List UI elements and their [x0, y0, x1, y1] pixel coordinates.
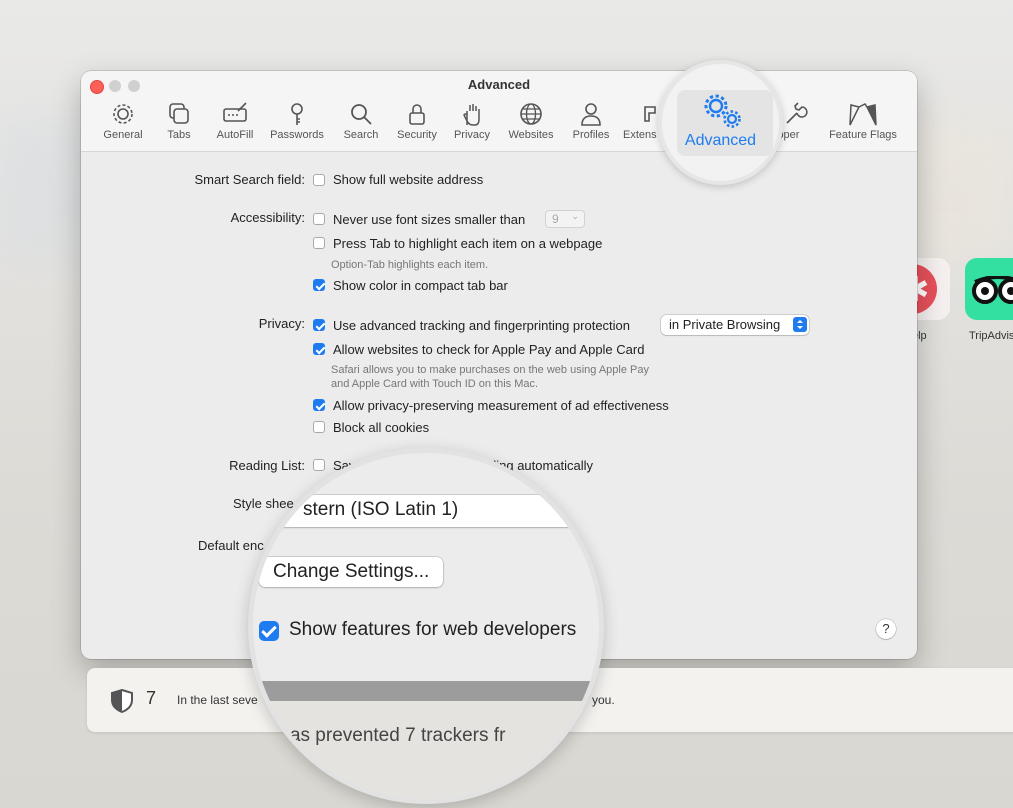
min-font-size-checkbox[interactable]	[313, 213, 325, 225]
tab-general-label: General	[103, 129, 143, 141]
developer-option-magnifier: stern (ISO Latin 1) Change Settings... S…	[248, 448, 604, 804]
default-encoding-value: stern (ISO Latin 1)	[303, 499, 459, 520]
tab-search[interactable]: Search	[337, 101, 385, 141]
tab-general[interactable]: General	[99, 101, 147, 141]
tab-privacy[interactable]: Privacy	[449, 101, 495, 141]
default-encoding-label: Default enc	[198, 538, 264, 553]
block-cookies-label: Block all cookies	[333, 420, 430, 435]
window-title: Advanced	[467, 77, 531, 92]
privacy-label: Privacy:	[258, 316, 305, 331]
tab-extensions[interactable]: Extens	[623, 101, 663, 141]
tripadvisor-tile-label: TripAdvis	[969, 330, 1013, 342]
select-stepper-icon	[793, 317, 807, 332]
globe-icon	[520, 103, 542, 125]
tracking-scope-value: in Private Browsing	[669, 317, 781, 332]
ad-measurement-checkbox[interactable]	[313, 399, 325, 411]
tab-privacy-label: Privacy	[453, 129, 491, 141]
press-tab-checkbox[interactable]	[313, 237, 325, 249]
window-bottom-edge	[253, 681, 599, 701]
compact-tab-color-label: Show color in compact tab bar	[333, 278, 508, 293]
privacy-report-magnified	[253, 701, 599, 799]
accessibility-label: Accessibility:	[230, 210, 305, 225]
title-bar: Advanced General Tabs AutoFill Passwords…	[81, 71, 917, 152]
tracking-scope-select[interactable]: in Private Browsing	[661, 315, 809, 335]
show-full-address-label: Show full website address	[333, 172, 484, 187]
reading-list-checkbox[interactable]	[313, 459, 325, 471]
tab-tabs[interactable]: Tabs	[159, 101, 199, 141]
tab-profiles[interactable]: Profiles	[567, 101, 615, 141]
privacy-report-text-prefix: In the last seve	[177, 693, 258, 707]
tab-websites[interactable]: Websites	[503, 101, 559, 141]
search-icon	[351, 104, 372, 125]
autofill-icon	[223, 102, 247, 122]
tripadvisor-owl-icon	[972, 276, 1013, 304]
tabs-icon	[169, 103, 189, 124]
person-icon	[581, 103, 601, 126]
change-settings-button[interactable]: Change Settings...	[259, 557, 444, 587]
advanced-tab-label: Advanced	[684, 132, 757, 149]
min-font-size-label: Never use font sizes smaller than	[333, 212, 526, 227]
web-developer-features-label: Show features for web developers	[289, 619, 577, 640]
block-cookies-checkbox[interactable]	[313, 421, 325, 433]
smart-search-label: Smart Search field:	[194, 172, 305, 187]
default-encoding-select[interactable]: stern (ISO Latin 1)	[253, 495, 593, 527]
tab-passwords[interactable]: Passwords	[267, 101, 327, 141]
apple-pay-note-line-1: Safari allows you to make purchases on t…	[331, 364, 649, 376]
tab-autofill[interactable]: AutoFill	[211, 101, 259, 141]
min-font-size-select[interactable]: 9 ⌄	[545, 210, 585, 228]
advanced-tab-magnifier[interactable]: Advanced	[658, 60, 783, 185]
tracker-count: 7	[146, 688, 157, 708]
tab-feature-flags-label: Feature Flags	[829, 129, 897, 141]
tab-profiles-label: Profiles	[572, 129, 610, 141]
show-full-address-checkbox[interactable]	[313, 174, 325, 186]
lock-icon	[409, 104, 425, 125]
tripadvisor-tile[interactable]	[965, 258, 1013, 320]
option-tab-note: Option-Tab highlights each item.	[331, 259, 489, 271]
select-stepper-icon	[567, 500, 583, 520]
hand-icon	[463, 104, 480, 126]
tab-tabs-label: Tabs	[167, 129, 191, 141]
shield-icon	[111, 689, 133, 713]
web-developer-features-checkbox[interactable]	[259, 621, 279, 641]
gear-icon	[113, 104, 133, 124]
chevron-down-icon: ⌄	[571, 211, 579, 221]
apple-pay-label: Allow websites to check for Apple Pay an…	[333, 342, 645, 357]
key-icon	[291, 103, 303, 125]
reading-list-label: Reading List:	[229, 458, 305, 473]
flags-icon	[849, 103, 877, 126]
compact-tab-color-checkbox[interactable]	[313, 279, 325, 291]
encoding-stepper-edge	[587, 541, 599, 561]
tab-passwords-label: Passwords	[270, 129, 324, 141]
apple-pay-checkbox[interactable]	[313, 343, 325, 355]
trackers-prevented-text: ari has prevented 7 trackers fr	[253, 725, 506, 746]
tab-security-label: Security	[397, 129, 437, 141]
apple-pay-note-line-2: and Apple Card with Touch ID on this Mac…	[331, 378, 539, 390]
press-tab-label: Press Tab to highlight each item on a we…	[333, 236, 603, 251]
tab-security[interactable]: Security	[391, 101, 443, 141]
advanced-tracking-label: Use advanced tracking and fingerprinting…	[333, 318, 631, 333]
tab-search-label: Search	[343, 129, 379, 141]
help-button[interactable]: ?	[876, 619, 896, 639]
min-font-size-value: 9	[552, 212, 559, 226]
ad-measurement-label: Allow privacy-preserving measurement of …	[333, 398, 669, 413]
tab-extensions-label: Extens	[623, 129, 657, 141]
tab-websites-label: Websites	[508, 129, 554, 141]
tab-feature-flags[interactable]: Feature Flags	[825, 101, 901, 141]
wrench-icon	[786, 102, 808, 124]
tab-autofill-label: AutoFill	[216, 129, 254, 141]
advanced-tracking-checkbox[interactable]	[313, 319, 325, 331]
gears-icon	[704, 94, 741, 128]
